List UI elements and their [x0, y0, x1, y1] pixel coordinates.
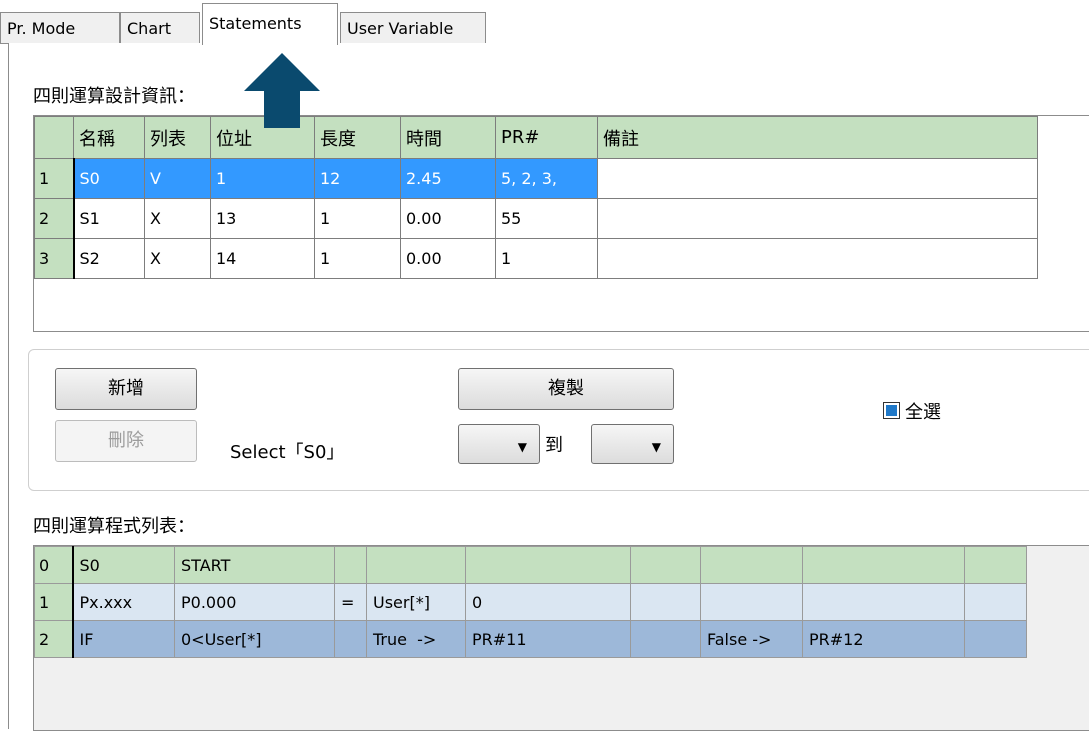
col-header-name[interactable]: 名稱 — [73, 116, 145, 159]
table-cell[interactable]: 14 — [210, 238, 315, 279]
table-cell[interactable]: PR#11 — [465, 620, 631, 658]
program-list-title: 四則運算程式列表： — [33, 516, 195, 537]
col-header-list[interactable]: 列表 — [144, 116, 211, 159]
row-header[interactable]: 2 — [34, 620, 74, 658]
selection-status-text: Select「S0」 — [230, 442, 345, 463]
design-info-grid[interactable]: 名稱 列表 位址 長度 時間 PR# 備註 1 S0 V 1 12 2.45 5… — [33, 115, 1089, 332]
table-cell[interactable] — [630, 583, 701, 621]
grid-header-row: 名稱 列表 位址 長度 時間 PR# 備註 — [34, 116, 1038, 159]
table-cell[interactable] — [334, 546, 367, 584]
table-cell[interactable]: S1 — [73, 198, 145, 239]
table-cell[interactable]: 1 — [314, 238, 401, 279]
tab-label: Pr. Mode — [7, 19, 76, 38]
table-cell[interactable]: 13 — [210, 198, 315, 239]
table-cell[interactable]: IF — [72, 620, 175, 658]
delete-button[interactable]: 刪除 — [55, 420, 197, 462]
table-cell[interactable] — [802, 583, 965, 621]
table-cell[interactable]: 1 — [210, 158, 315, 199]
select-all-checkbox[interactable] — [883, 402, 900, 419]
table-cell[interactable]: X — [144, 238, 211, 279]
table-cell[interactable]: P0.000 — [174, 583, 335, 621]
table-cell-remark-edit[interactable] — [597, 158, 1038, 199]
select-all-label[interactable]: 全選 — [905, 398, 941, 424]
table-cell[interactable]: 0.00 — [400, 198, 496, 239]
col-header-time[interactable]: 時間 — [400, 116, 496, 159]
table-cell[interactable]: S2 — [73, 238, 145, 279]
table-cell[interactable]: V — [144, 158, 211, 199]
tab-label: Chart — [127, 19, 171, 38]
tab-pr-mode[interactable]: Pr. Mode — [0, 12, 120, 44]
table-cell[interactable]: 12 — [314, 158, 401, 199]
copy-to-combo[interactable]: ▼ — [591, 424, 674, 464]
table-row[interactable]: 2 S1 X 13 1 0.00 55 — [34, 198, 1038, 239]
table-cell[interactable] — [630, 546, 701, 584]
table-cell[interactable] — [465, 546, 631, 584]
table-cell[interactable] — [597, 198, 1038, 239]
col-header-pr[interactable]: PR# — [495, 116, 598, 159]
table-row[interactable]: 0 S0 START — [34, 546, 1027, 584]
table-cell[interactable]: PR#12 — [802, 620, 965, 658]
corner-cell — [34, 116, 74, 159]
table-cell[interactable]: Px.xxx — [72, 583, 175, 621]
table-cell[interactable] — [630, 620, 701, 658]
table-cell[interactable]: False -> — [700, 620, 803, 658]
table-cell[interactable]: S0 — [72, 546, 175, 584]
table-cell[interactable] — [700, 583, 803, 621]
table-cell[interactable] — [964, 546, 1027, 584]
tab-statements[interactable]: Statements — [202, 3, 338, 45]
tab-chart[interactable]: Chart — [120, 12, 200, 44]
row-header[interactable]: 2 — [34, 198, 75, 239]
tab-label: User Variable — [347, 19, 454, 38]
table-cell[interactable] — [597, 238, 1038, 279]
chevron-down-icon: ▼ — [651, 440, 661, 454]
table-cell[interactable] — [802, 546, 965, 584]
col-header-remark[interactable]: 備註 — [597, 116, 1038, 159]
chevron-down-icon: ▼ — [517, 440, 527, 454]
table-cell[interactable]: 0.00 — [400, 238, 496, 279]
table-cell[interactable]: 5, 2, 3, — [495, 158, 598, 199]
table-cell[interactable]: S0 — [73, 158, 145, 199]
table-row[interactable]: 1 S0 V 1 12 2.45 5, 2, 3, — [34, 158, 1038, 199]
row-header[interactable]: 3 — [34, 238, 75, 279]
tab-bar: Pr. Mode Chart Statements User Variable — [0, 0, 1089, 45]
table-row[interactable]: 1 Px.xxx P0.000 = User[*] 0 — [34, 583, 1027, 621]
copy-button[interactable]: 複製 — [458, 368, 674, 410]
table-cell[interactable] — [334, 620, 367, 658]
table-cell[interactable]: 0<User[*] — [174, 620, 335, 658]
table-cell[interactable]: User[*] — [366, 583, 466, 621]
tab-user-variable[interactable]: User Variable — [340, 12, 486, 44]
table-cell[interactable] — [964, 620, 1027, 658]
table-cell[interactable]: = — [334, 583, 367, 621]
table-cell[interactable]: 1 — [495, 238, 598, 279]
table-row[interactable]: 3 S2 X 14 1 0.00 1 — [34, 238, 1038, 279]
row-header[interactable]: 1 — [34, 583, 74, 621]
table-row[interactable]: 2 IF 0<User[*] True -> PR#11 False -> PR… — [34, 620, 1027, 658]
table-cell[interactable]: True -> — [366, 620, 466, 658]
program-list-grid[interactable]: 0 S0 START 1 Px.xxx P0.000 = User[*] 0 2… — [33, 545, 1089, 731]
tab-label: Statements — [209, 14, 302, 33]
up-arrow-icon — [244, 53, 320, 128]
table-cell[interactable]: START — [174, 546, 335, 584]
row-header[interactable]: 0 — [34, 546, 74, 584]
to-label: 到 — [545, 435, 563, 456]
design-info-title: 四則運算設計資訊： — [33, 86, 195, 107]
table-cell[interactable] — [700, 546, 803, 584]
table-cell[interactable] — [366, 546, 466, 584]
add-button[interactable]: 新增 — [55, 368, 197, 410]
table-cell[interactable]: 0 — [465, 583, 631, 621]
table-cell[interactable]: X — [144, 198, 211, 239]
table-cell[interactable]: 2.45 — [400, 158, 496, 199]
row-header[interactable]: 1 — [34, 158, 75, 199]
table-cell[interactable]: 1 — [314, 198, 401, 239]
copy-from-combo[interactable]: ▼ — [458, 424, 540, 464]
table-cell[interactable] — [964, 583, 1027, 621]
col-header-length[interactable]: 長度 — [314, 116, 401, 159]
table-cell[interactable]: 55 — [495, 198, 598, 239]
